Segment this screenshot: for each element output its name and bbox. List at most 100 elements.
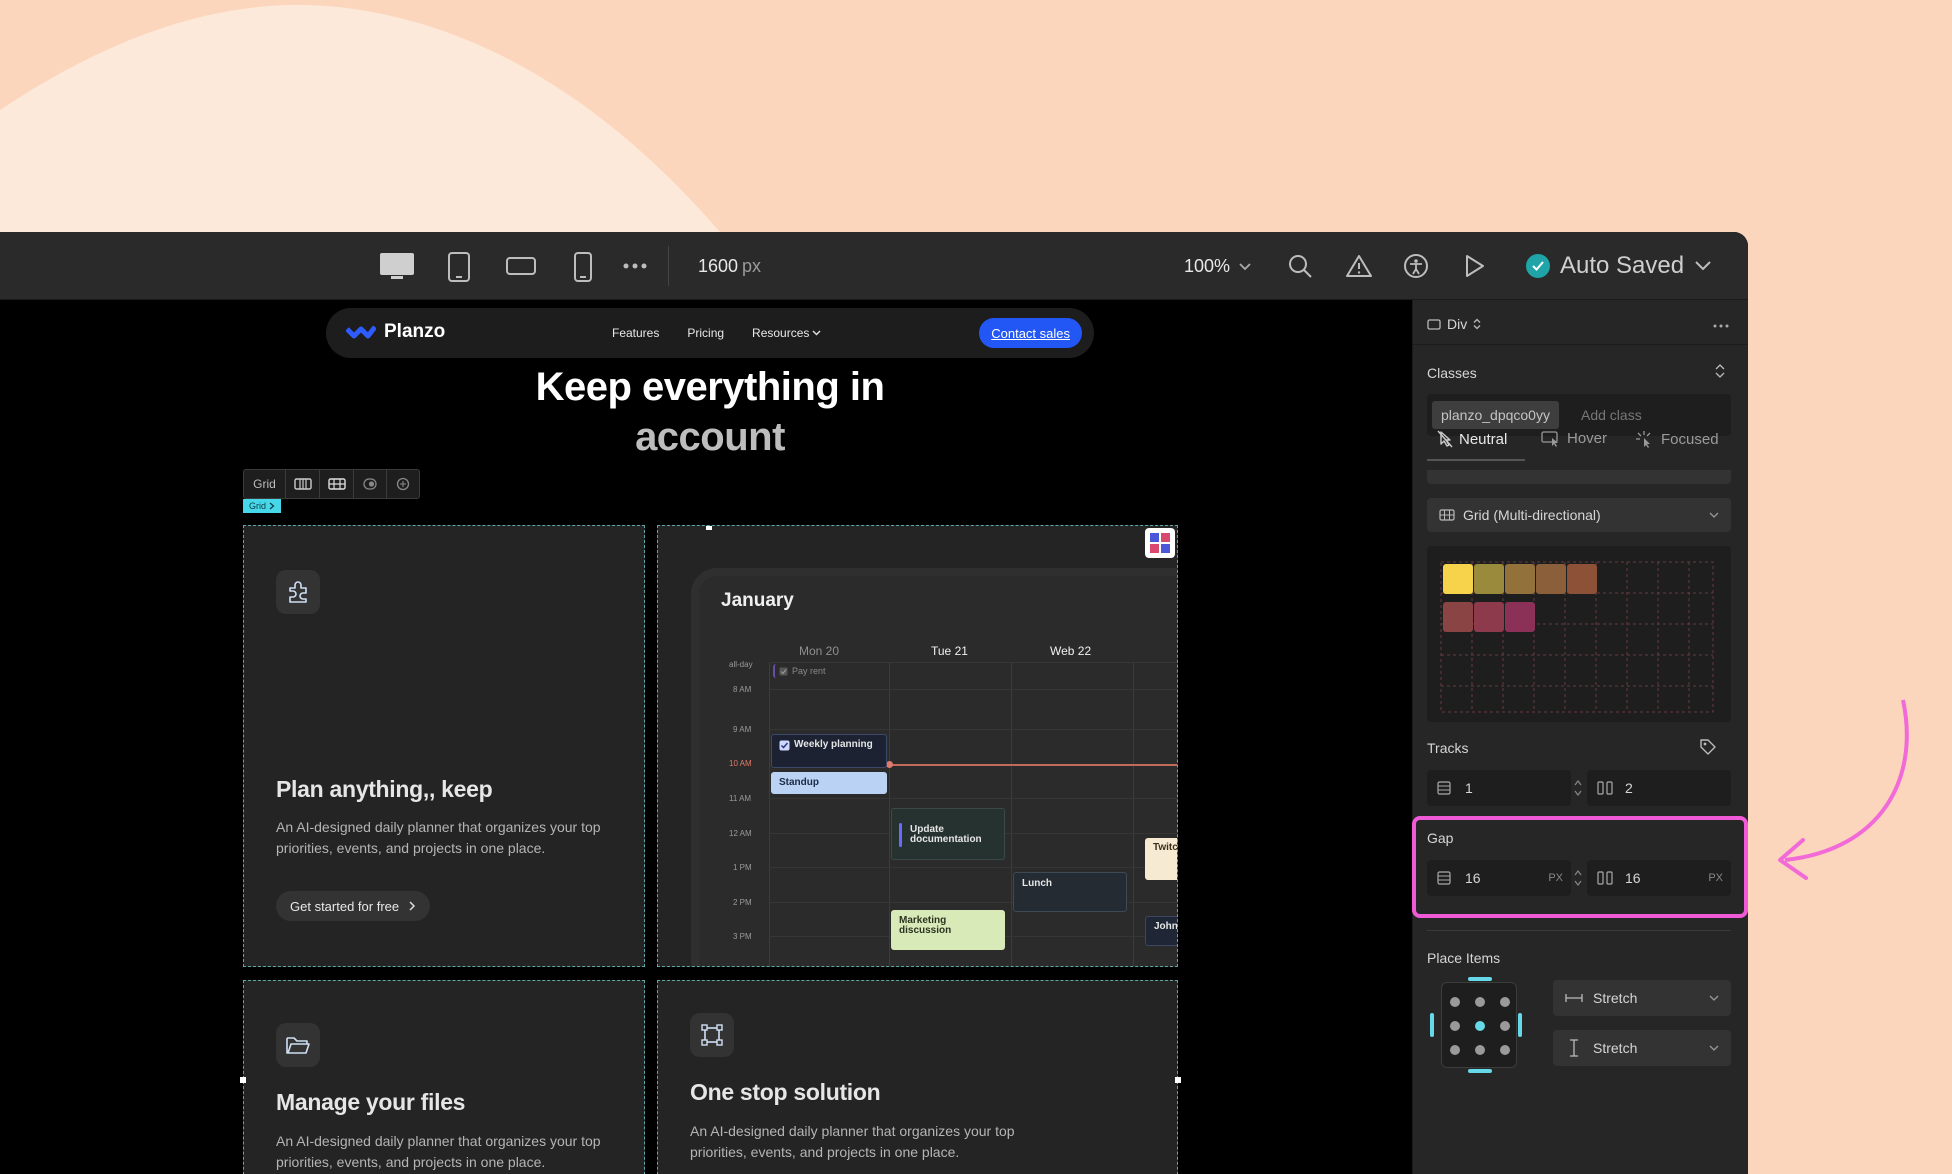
state-tab-neutral[interactable]: Neutral <box>1437 430 1507 448</box>
grid-cell[interactable] <box>1443 602 1473 632</box>
event-twitch-label: Twitch <box>1153 842 1178 853</box>
desktop-view-icon[interactable] <box>378 250 416 282</box>
alignment-dot[interactable] <box>1475 997 1485 1007</box>
calendar-day-wed: Web 22 <box>1050 644 1092 658</box>
alignment-dot[interactable] <box>1500 1021 1510 1031</box>
tracks-highlight-box <box>1412 816 1748 918</box>
card-one-stop[interactable]: One stop solution An AI-designed daily p… <box>657 980 1178 1174</box>
place-items-alignment-box[interactable] <box>1430 977 1522 1073</box>
columns-icon <box>1597 781 1613 795</box>
time-1pm: 1 PM <box>733 863 752 872</box>
calendar-gridline <box>769 689 1177 690</box>
event-marketing-discussion[interactable]: Marketing discussion <box>891 910 1005 950</box>
place-horizontal-dropdown[interactable]: Stretch <box>1553 980 1731 1016</box>
nav-features[interactable]: Features <box>612 326 659 340</box>
state-tab-hover[interactable]: Hover <box>1541 430 1607 447</box>
event-twitch[interactable]: Twitch <box>1145 838 1178 880</box>
element-type-selector[interactable]: Div <box>1427 316 1481 332</box>
state-hover-label: Hover <box>1567 430 1608 447</box>
card-plan[interactable]: Plan anything,, keep An AI-designed dail… <box>243 525 645 967</box>
current-time-dot <box>886 761 893 768</box>
resize-handle[interactable] <box>706 526 712 530</box>
event-standup[interactable]: Standup <box>771 772 887 794</box>
class-pill[interactable]: planzo_dpqco0yy <box>1432 401 1559 429</box>
tablet-view-icon[interactable] <box>445 250 473 284</box>
alignment-dot[interactable] <box>1450 1045 1460 1055</box>
grid-cell[interactable] <box>1567 564 1597 594</box>
accessibility-icon[interactable] <box>1402 252 1430 280</box>
checkbox-icon <box>779 740 790 751</box>
toolbar-divider <box>668 246 669 286</box>
more-icon[interactable] <box>620 254 650 278</box>
alignment-dot[interactable] <box>1450 1021 1460 1031</box>
state-tab-focused[interactable]: Focused <box>1635 430 1719 448</box>
top-toolbar: 1600 px 100% Auto Saved <box>0 232 1748 300</box>
event-pay-rent[interactable]: Pay rent <box>773 664 830 678</box>
grid-columns-icon[interactable] <box>286 470 320 498</box>
alignment-dot[interactable] <box>1500 997 1510 1007</box>
contact-sales-button[interactable]: Contact sales <box>979 318 1082 348</box>
time-12am: 12 AM <box>729 829 752 838</box>
nav-pricing[interactable]: Pricing <box>687 326 724 340</box>
warning-icon[interactable] <box>1345 252 1373 280</box>
search-icon[interactable] <box>1286 252 1314 280</box>
alignment-dot[interactable] <box>1450 997 1460 1007</box>
card-plan-description: An AI-designed daily planner that organi… <box>276 819 601 856</box>
play-preview-icon[interactable] <box>1460 252 1488 280</box>
auto-saved-status[interactable]: Auto Saved <box>1526 252 1712 280</box>
design-canvas[interactable]: Planzo Features Pricing Resources Contac… <box>0 300 1412 1174</box>
alignment-dot-active[interactable] <box>1475 1021 1485 1031</box>
card-files[interactable]: Manage your files An AI-designed daily p… <box>243 980 645 1174</box>
expand-collapse-icon[interactable] <box>1715 364 1725 378</box>
place-vertical-dropdown[interactable]: Stretch <box>1553 1030 1731 1066</box>
element-type-label: Div <box>1447 316 1468 332</box>
site-logo[interactable]: Planzo <box>346 321 445 343</box>
place-horizontal-value: Stretch <box>1593 990 1638 1006</box>
event-update-documentation[interactable]: Update documentation <box>891 808 1005 860</box>
calendar-gridline <box>769 798 1177 799</box>
grid-cell[interactable] <box>1505 564 1535 594</box>
tracks-rows-input[interactable]: 1 <box>1427 770 1582 806</box>
calendar-widget: January Mon 20 Tue 21 Web 22 all-day 8 A… <box>691 568 1178 966</box>
grid-cell[interactable] <box>1443 564 1473 594</box>
alignment-dot[interactable] <box>1500 1045 1510 1055</box>
active-tab-underline <box>1427 459 1525 461</box>
stepper-icon[interactable] <box>1574 779 1582 797</box>
zoom-dropdown[interactable]: 100% <box>1184 256 1252 277</box>
card-plan-title: Plan anything,, keep <box>276 776 493 802</box>
grid-selection-tag[interactable]: Grid <box>243 499 282 513</box>
toggle-icon[interactable] <box>354 470 387 498</box>
settings-circle-icon[interactable] <box>387 470 419 498</box>
mobile-view-icon[interactable] <box>571 250 595 284</box>
resize-handle[interactable] <box>240 1077 246 1083</box>
grid-cell[interactable] <box>1474 602 1504 632</box>
grid-cell[interactable] <box>1536 564 1566 594</box>
tracks-columns-input[interactable]: 2 <box>1587 770 1731 806</box>
time-allday: all-day <box>729 660 753 669</box>
nav-resources[interactable]: Resources <box>752 326 821 340</box>
tablet-landscape-icon[interactable] <box>504 254 538 278</box>
canvas-width-field[interactable]: 1600 px <box>698 256 761 277</box>
event-lunch[interactable]: Lunch <box>1013 872 1127 912</box>
more-options-icon[interactable] <box>1713 324 1729 328</box>
tag-icon[interactable] <box>1699 738 1717 756</box>
event-john[interactable]: John:S <box>1145 916 1177 946</box>
brand-name: Planzo <box>384 321 446 342</box>
grid-cells-icon[interactable] <box>320 470 354 498</box>
card-calendar[interactable]: January Mon 20 Tue 21 Web 22 all-day 8 A… <box>657 525 1178 967</box>
layout-type-dropdown[interactable]: Grid (Multi-directional) <box>1427 498 1731 532</box>
place-vertical-value: Stretch <box>1593 1040 1638 1056</box>
grid-cell[interactable] <box>1505 602 1535 632</box>
panel-divider <box>1427 930 1731 931</box>
get-started-button[interactable]: Get started for free <box>276 891 431 921</box>
event-weekly-planning[interactable]: Weekly planning <box>771 734 887 768</box>
alignment-dot[interactable] <box>1475 1045 1485 1055</box>
grid-settings-badge[interactable] <box>1145 528 1175 558</box>
resize-handle[interactable] <box>1175 1077 1181 1083</box>
grid-cell[interactable] <box>1474 564 1504 594</box>
calendar-gridline <box>1133 662 1134 966</box>
chevron-down-icon <box>1239 262 1251 270</box>
add-class-placeholder[interactable]: Add class <box>1581 407 1642 423</box>
time-2pm: 2 PM <box>733 898 752 907</box>
grid-editor[interactable] <box>1427 546 1731 722</box>
